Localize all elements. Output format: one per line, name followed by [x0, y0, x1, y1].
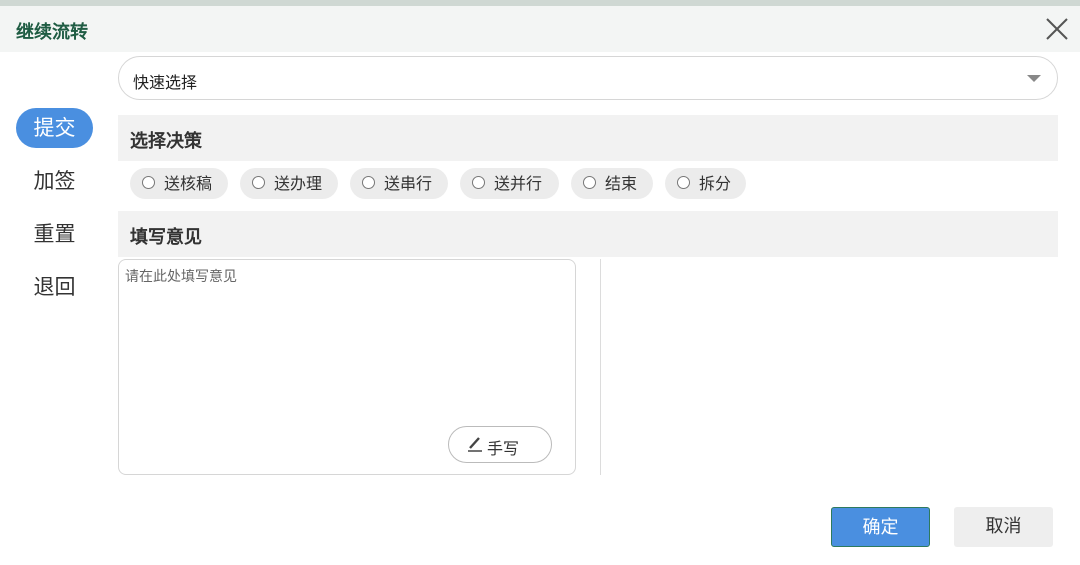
quick-select-value: 快速选择: [133, 73, 198, 92]
decision-option-label: 送串行: [384, 174, 433, 193]
decision-option-label: 送并行: [494, 174, 543, 193]
dialog-title-bar: 继续流转: [0, 6, 1080, 52]
radio-circle-icon: [472, 176, 485, 189]
decision-option-end[interactable]: 结束: [571, 168, 653, 199]
close-icon: [1046, 18, 1068, 40]
decision-option-label: 送办理: [274, 174, 323, 193]
dialog-title: 继续流转: [16, 22, 88, 43]
handwrite-button[interactable]: 手写: [448, 426, 552, 463]
caret-down-icon: [1027, 75, 1041, 82]
opinion-heading: 填写意见: [130, 227, 202, 248]
nav-item-reset[interactable]: 重置: [16, 214, 93, 254]
decision-section-header: 选择决策: [118, 115, 1058, 161]
decision-option-label: 送核稿: [164, 174, 213, 193]
decision-heading: 选择决策: [130, 131, 202, 152]
radio-circle-icon: [142, 176, 155, 189]
opinion-section-header: 填写意见: [118, 211, 1058, 257]
quick-select-dropdown[interactable]: 快速选择: [118, 56, 1058, 100]
handwrite-label: 手写: [487, 439, 520, 458]
decision-option-handle[interactable]: 送办理: [240, 168, 338, 199]
decision-option-serial[interactable]: 送串行: [350, 168, 448, 199]
opinion-textarea[interactable]: [125, 266, 565, 416]
cancel-button[interactable]: 取消: [954, 507, 1053, 547]
radio-circle-icon: [252, 176, 265, 189]
close-button[interactable]: [1044, 16, 1070, 42]
decision-option-review[interactable]: 送核稿: [130, 168, 228, 199]
nav-item-return[interactable]: 退回: [16, 267, 93, 307]
nav-item-submit[interactable]: 提交: [16, 108, 93, 148]
decision-option-split[interactable]: 拆分: [665, 168, 746, 199]
decision-option-label: 拆分: [699, 174, 732, 193]
pen-icon: [468, 437, 482, 452]
radio-circle-icon: [677, 176, 690, 189]
opinion-box: 手写: [118, 259, 576, 475]
decision-option-parallel[interactable]: 送并行: [460, 168, 559, 199]
confirm-button[interactable]: 确定: [831, 507, 930, 547]
nav-item-add-sign[interactable]: 加签: [16, 161, 93, 201]
vertical-divider: [600, 259, 601, 475]
radio-circle-icon: [583, 176, 596, 189]
decision-option-label: 结束: [605, 174, 638, 193]
radio-circle-icon: [362, 176, 375, 189]
